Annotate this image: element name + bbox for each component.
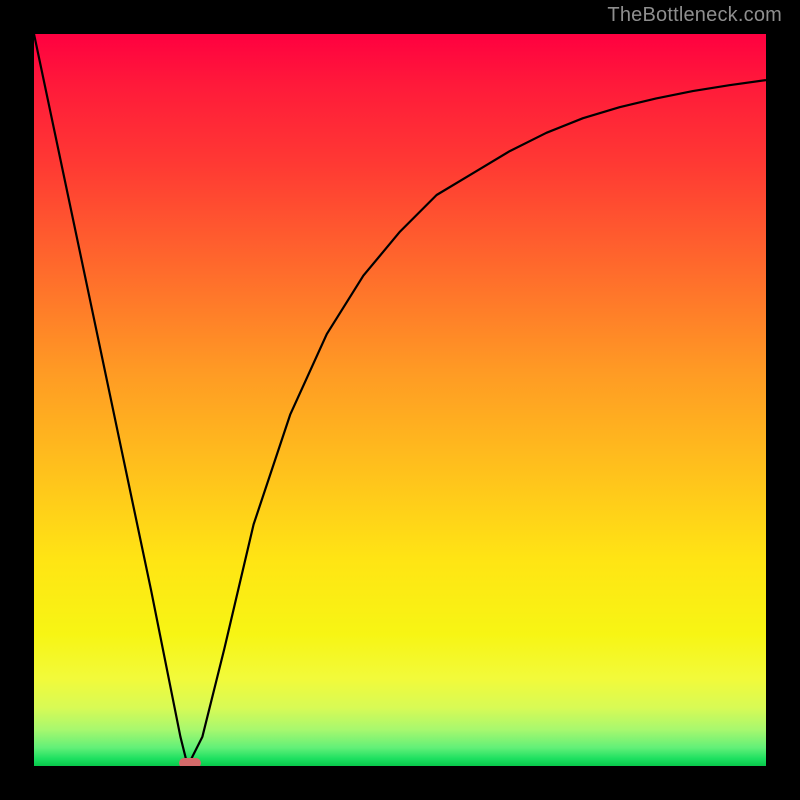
curve-layer [34, 34, 766, 766]
chart-frame: TheBottleneck.com [0, 0, 800, 800]
watermark-text: TheBottleneck.com [607, 4, 782, 27]
chart-title [0, 0, 1, 1]
y-axis-label [0, 0, 1, 1]
plot-area [34, 34, 766, 766]
minimum-marker [179, 758, 201, 766]
x-axis-label [0, 0, 1, 1]
bottleneck-curve [34, 34, 766, 766]
